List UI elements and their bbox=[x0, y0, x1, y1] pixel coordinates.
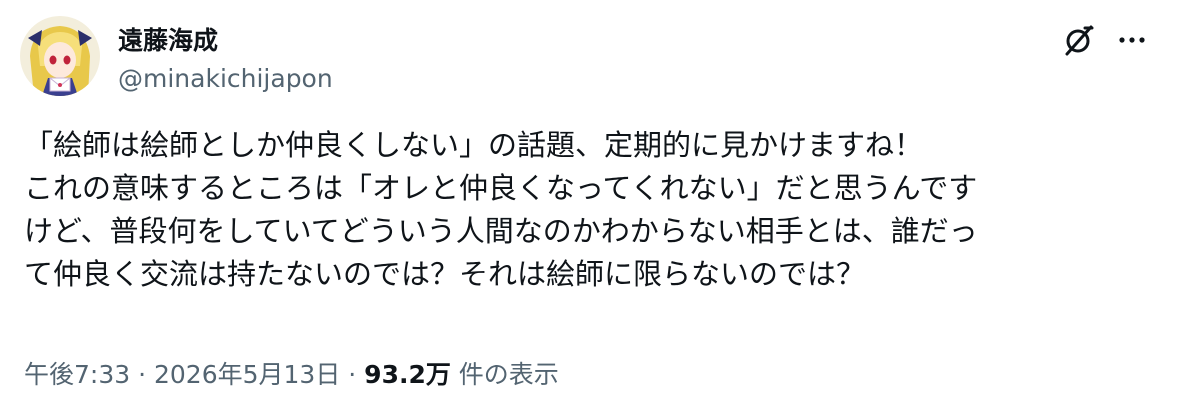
views-label: 件の表示 bbox=[450, 360, 559, 389]
tweet-text-line: けど、普段何をしていてどういう人間なのかわからない相手とは、誰だっ bbox=[24, 214, 978, 248]
avatar[interactable] bbox=[20, 16, 100, 96]
tweet-text-line: これの意味するところは「オレと仲良くなってくれない」だと思うんです bbox=[24, 171, 978, 205]
tweet-text-line: 「絵師は絵師としか仲良くしない」の話題、定期的に見かけますね！ bbox=[24, 128, 924, 162]
tweet-date[interactable]: 2026年5月13日 bbox=[154, 360, 340, 389]
more-options-icon[interactable] bbox=[1112, 22, 1152, 58]
grok-icon[interactable] bbox=[1061, 22, 1097, 58]
views-count: 93.2万 bbox=[364, 360, 451, 389]
tweet-meta: 午後7:33 · 2026年5月13日 · 93.2万 件の表示 bbox=[24, 358, 559, 392]
meta-separator: · bbox=[130, 360, 154, 389]
tweet-time[interactable]: 午後7:33 bbox=[24, 360, 130, 389]
meta-separator: · bbox=[340, 360, 365, 389]
tweet-text: 「絵師は絵師としか仲良くしない」の話題、定期的に見かけますね！ これの意味すると… bbox=[24, 124, 1164, 296]
author-display-name[interactable]: 遠藤海成 bbox=[118, 26, 218, 56]
tweet-text-line: て仲良く交流は持たないのでは？それは絵師に限らないのでは？ bbox=[24, 257, 866, 291]
tweet-card: 遠藤海成 @minakichijapon 「絵師は絵師としか仲良くしない」の話題… bbox=[0, 0, 1182, 410]
avatar-image bbox=[20, 16, 100, 96]
author-handle[interactable]: @minakichijapon bbox=[118, 64, 333, 94]
